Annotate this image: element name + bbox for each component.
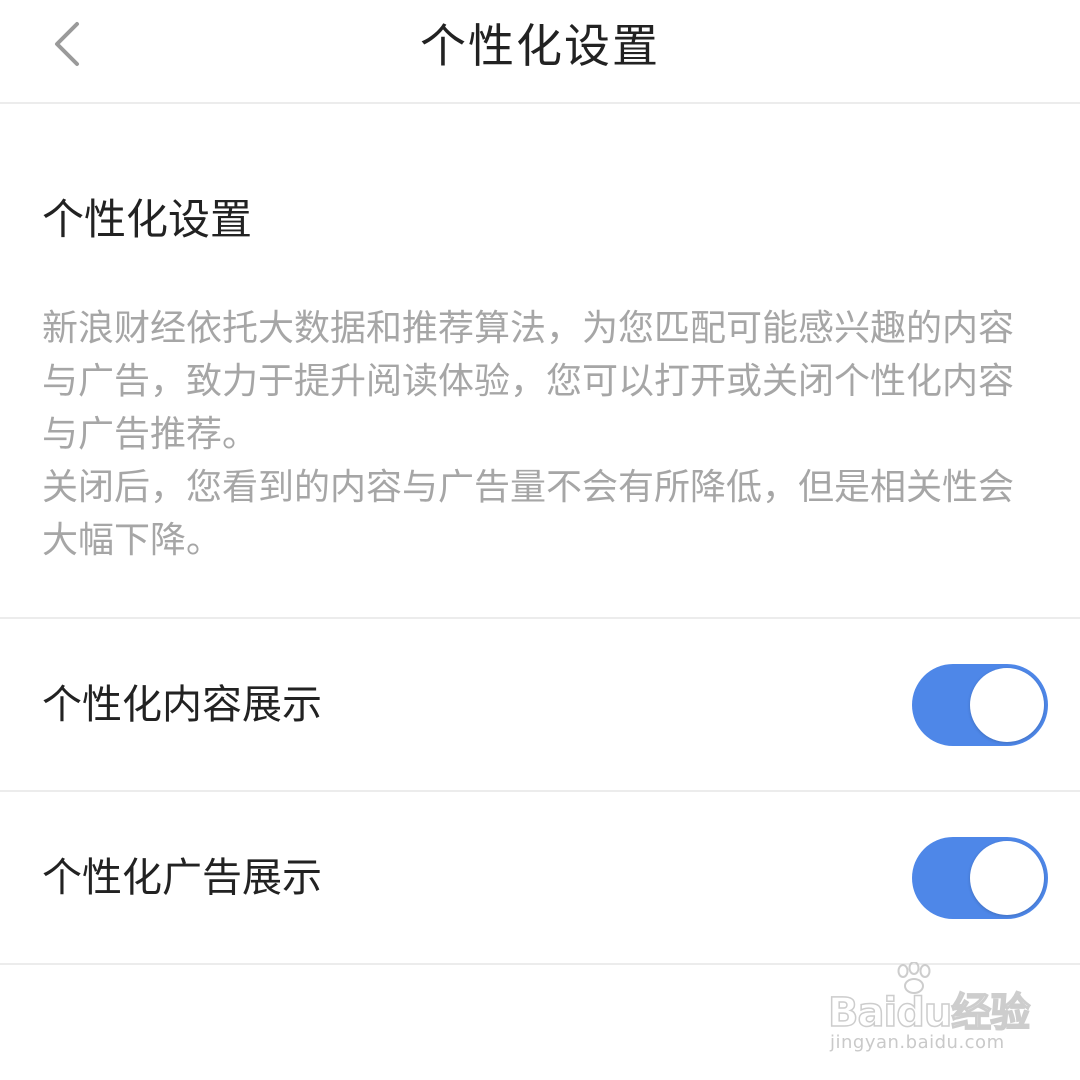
setting-row-personalized-content[interactable]: 个性化内容展示 <box>0 619 1080 791</box>
setting-label: 个性化广告展示 <box>42 855 322 901</box>
section-title: 个性化设置 <box>42 195 253 244</box>
baidu-jingyan-watermark: Baidu经验 jingyan.baidu.com <box>827 962 1031 1062</box>
setting-label: 个性化内容展示 <box>42 682 322 728</box>
personalization-settings-page: 个性化设置 个性化设置 新浪财经依托大数据和推荐算法，为您匹配可能感兴趣的内容与… <box>0 0 1080 1080</box>
watermark-logo: Baidu经验 <box>827 989 1031 1037</box>
section-description: 新浪财经依托大数据和推荐算法，为您匹配可能感兴趣的内容与广告，致力于提升阅读体验… <box>42 302 1042 567</box>
toggle-knob <box>970 841 1044 915</box>
watermark-url: jingyan.baidu.com <box>830 1032 1005 1053</box>
description-paragraph: 新浪财经依托大数据和推荐算法，为您匹配可能感兴趣的内容与广告，致力于提升阅读体验… <box>42 308 1015 455</box>
personalized-content-toggle[interactable] <box>912 664 1048 746</box>
toggle-knob <box>970 668 1044 742</box>
header-bar: 个性化设置 <box>0 0 1080 104</box>
personalized-ads-toggle[interactable] <box>912 837 1048 919</box>
page-title: 个性化设置 <box>420 19 660 73</box>
description-paragraph: 关闭后，您看到的内容与广告量不会有所降低，但是相关性会大幅下降。 <box>42 467 1015 561</box>
setting-row-personalized-ads[interactable]: 个性化广告展示 <box>0 792 1080 964</box>
